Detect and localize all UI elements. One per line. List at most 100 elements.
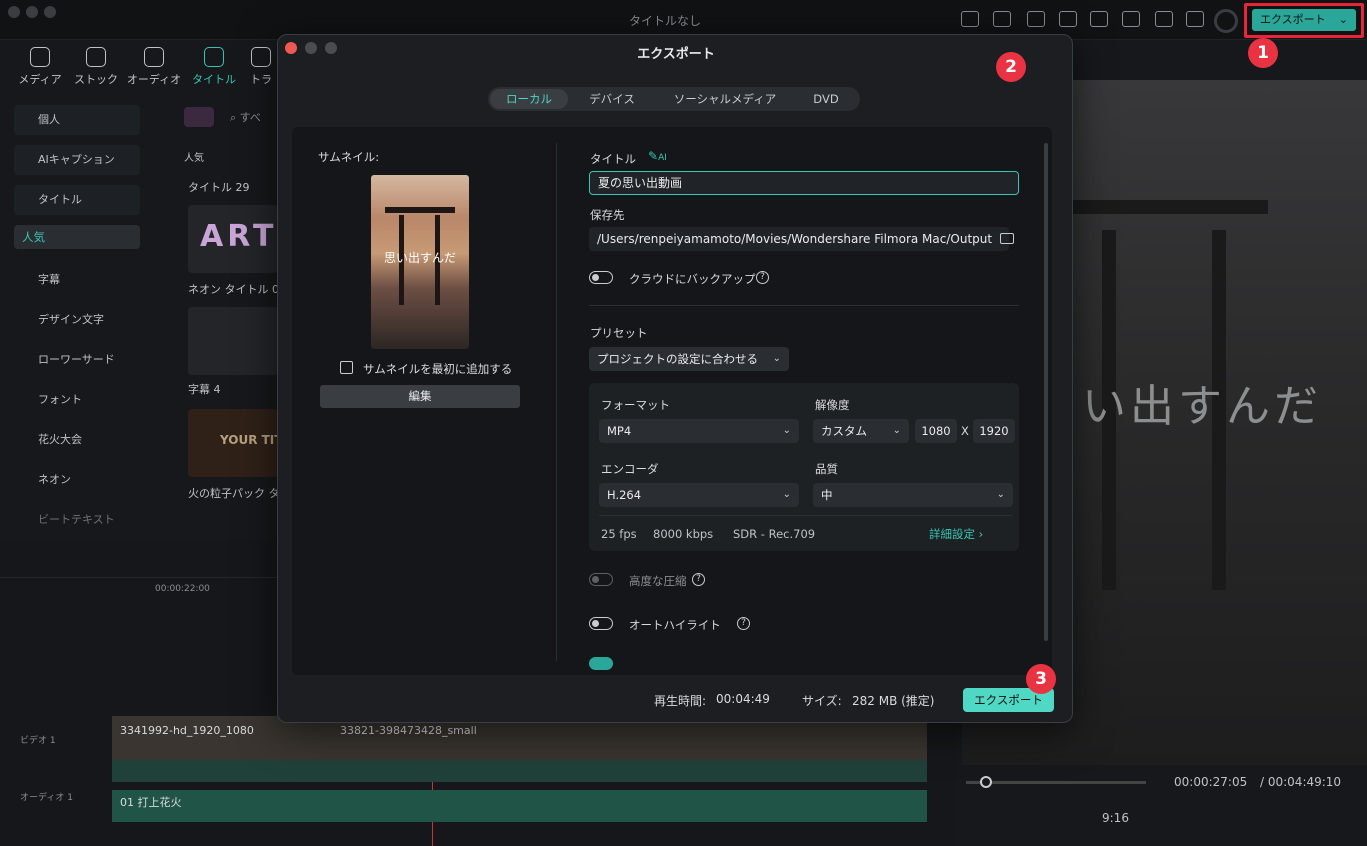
quality-select[interactable]: 中 ⌄ [813, 483, 1013, 507]
tab-audio[interactable]: オーディオ [126, 47, 182, 87]
audio-track-label: オーディオ 1 [20, 793, 73, 803]
tab-stock[interactable]: ストック [68, 47, 124, 87]
quality-value: 中 [821, 488, 833, 502]
edit-thumbnail-button[interactable]: 編集 [320, 385, 520, 408]
ai-pen-icon[interactable]: ✎AI [648, 149, 667, 163]
tab-dvd[interactable]: DVD [794, 89, 858, 109]
advanced-settings-link[interactable]: 詳細設定 › [929, 526, 983, 542]
encoder-label: エンコーダ [601, 462, 659, 476]
settings-icon[interactable] [1027, 11, 1045, 27]
thumb-label: ネオン タイトル 0 [188, 283, 278, 296]
search-input[interactable]: ⌕ すべ [230, 109, 261, 125]
tab-device[interactable]: デバイス [572, 89, 652, 109]
title-thumbnail[interactable]: YOUR TITL [188, 409, 278, 477]
player-controls: 00:00:27:05 / 00:04:49:10 9:16 [962, 765, 1367, 846]
tab-social[interactable]: ソーシャルメディア [658, 89, 792, 109]
help-icon[interactable]: ? [756, 271, 769, 284]
send-icon[interactable] [993, 11, 1011, 27]
aspect-ratio-select[interactable]: 9:16 [1102, 811, 1129, 825]
category-neon[interactable]: ネオン [14, 465, 140, 495]
cloud-icon[interactable] [1122, 11, 1140, 27]
current-time: 00:00:27:05 [1174, 775, 1248, 789]
folder-icon[interactable] [1000, 233, 1014, 244]
tab-titles[interactable]: タイトル [186, 47, 242, 87]
title-thumbnail[interactable] [188, 307, 278, 375]
advanced-compression-label: 高度な圧縮 [629, 574, 687, 588]
resolution-label: 解像度 [815, 398, 850, 412]
auto-highlight-toggle[interactable] [589, 617, 613, 630]
title-input[interactable]: 夏の思い出動画 [589, 171, 1019, 195]
section-label-popular: 人気 [184, 153, 204, 164]
add-thumbnail-label: サムネイルを最初に追加する [363, 362, 513, 376]
title-thumbnail[interactable]: ART [188, 205, 278, 273]
export-dialog: エクスポート ローカル デバイス ソーシャルメディア DVD サムネイル: 思い… [277, 34, 1073, 723]
scrollbar[interactable] [1044, 143, 1048, 641]
divider [599, 515, 1013, 516]
auto-highlight-label: オートハイライト [629, 618, 721, 632]
category-beat-text[interactable]: ビートテキスト [14, 505, 140, 535]
clip-name: 01 打上花火 [120, 796, 182, 809]
ai-badge: AI [658, 153, 667, 163]
preset-value: プロジェクトの設定に合わせる [597, 352, 758, 366]
category-personal[interactable]: 個人 [14, 105, 140, 135]
chevron-down-icon: ⌄ [996, 489, 1005, 500]
gpu-toggle[interactable] [589, 657, 613, 670]
preset-label: プリセット [590, 326, 648, 340]
scrub-handle[interactable] [980, 776, 992, 788]
format-value: MP4 [607, 424, 632, 438]
transition-icon [251, 47, 271, 67]
chevron-down-icon: ⌄ [772, 353, 781, 364]
encoder-select[interactable]: H.264 ⌄ [599, 483, 799, 507]
category-lower-third[interactable]: ローワーサード [14, 345, 140, 375]
category-fireworks[interactable]: 花火大会 [14, 425, 140, 455]
encoder-value: H.264 [607, 488, 642, 502]
category-popular[interactable]: 人気 [14, 225, 140, 249]
save-path-field[interactable]: /Users/renpeiyamamoto/Movies/Wondershare… [589, 227, 1009, 251]
chevron-down-icon: ⌄ [892, 425, 901, 436]
tab-label: メディア [18, 73, 62, 86]
save-icon[interactable] [1090, 11, 1108, 27]
personal-filter-button[interactable] [184, 107, 214, 127]
resolution-select[interactable]: カスタム ⌄ [813, 419, 909, 443]
tab-local[interactable]: ローカル [490, 89, 568, 109]
chevron-down-icon: ⌄ [782, 425, 791, 436]
width-input[interactable]: 1080 [915, 419, 957, 443]
headset-icon[interactable] [1155, 11, 1173, 27]
tab-label: ストック [74, 73, 118, 86]
height-input[interactable]: 1920 [973, 419, 1015, 443]
thumbnail-image[interactable]: 思い出すんだ [371, 175, 469, 349]
scrub-bar[interactable] [966, 781, 1146, 784]
duration-value: 00:04:49 [716, 692, 770, 706]
category-font[interactable]: フォント [14, 385, 140, 415]
preset-select[interactable]: プロジェクトの設定に合わせる ⌄ [589, 347, 789, 371]
dimension-separator: X [961, 424, 969, 438]
category-ai-caption[interactable]: AIキャプション [14, 145, 140, 175]
gift-icon[interactable] [961, 11, 979, 27]
audio-clip[interactable]: 01 打上花火 [112, 790, 927, 822]
grid-icon[interactable] [1186, 11, 1204, 27]
total-time: / 00:04:49:10 [1260, 775, 1342, 789]
tab-transitions[interactable]: トラ [244, 47, 278, 87]
clip-name: 33821-398473428_small [340, 724, 477, 737]
add-thumbnail-checkbox[interactable] [340, 361, 353, 374]
step-badge-2: 2 [996, 52, 1026, 82]
category-subtitle[interactable]: 字幕 [14, 265, 140, 295]
avatar[interactable] [1214, 9, 1238, 33]
size-value: 282 MB (推定) [852, 694, 935, 708]
help-icon[interactable]: ? [692, 573, 705, 586]
layout-icon[interactable] [1059, 11, 1077, 27]
cloud-backup-toggle[interactable] [589, 271, 613, 284]
format-select[interactable]: MP4 ⌄ [599, 419, 799, 443]
size-label: サイズ: [802, 694, 842, 708]
advanced-compression-toggle[interactable] [589, 573, 613, 586]
highlight-box [1244, 3, 1364, 38]
tab-media[interactable]: メディア [12, 47, 68, 87]
quality-label: 品質 [815, 462, 838, 476]
help-icon[interactable]: ? [737, 617, 750, 630]
category-title[interactable]: タイトル [14, 185, 140, 215]
video-audio-waveform [112, 760, 927, 782]
category-design[interactable]: デザイン文字 [14, 305, 140, 335]
fps-value: 25 fps [601, 527, 637, 541]
media-icon [30, 47, 50, 67]
settings-panel: サムネイル: 思い出すんだ サムネイルを最初に追加する 編集 タイトル ✎AI … [292, 127, 1052, 675]
